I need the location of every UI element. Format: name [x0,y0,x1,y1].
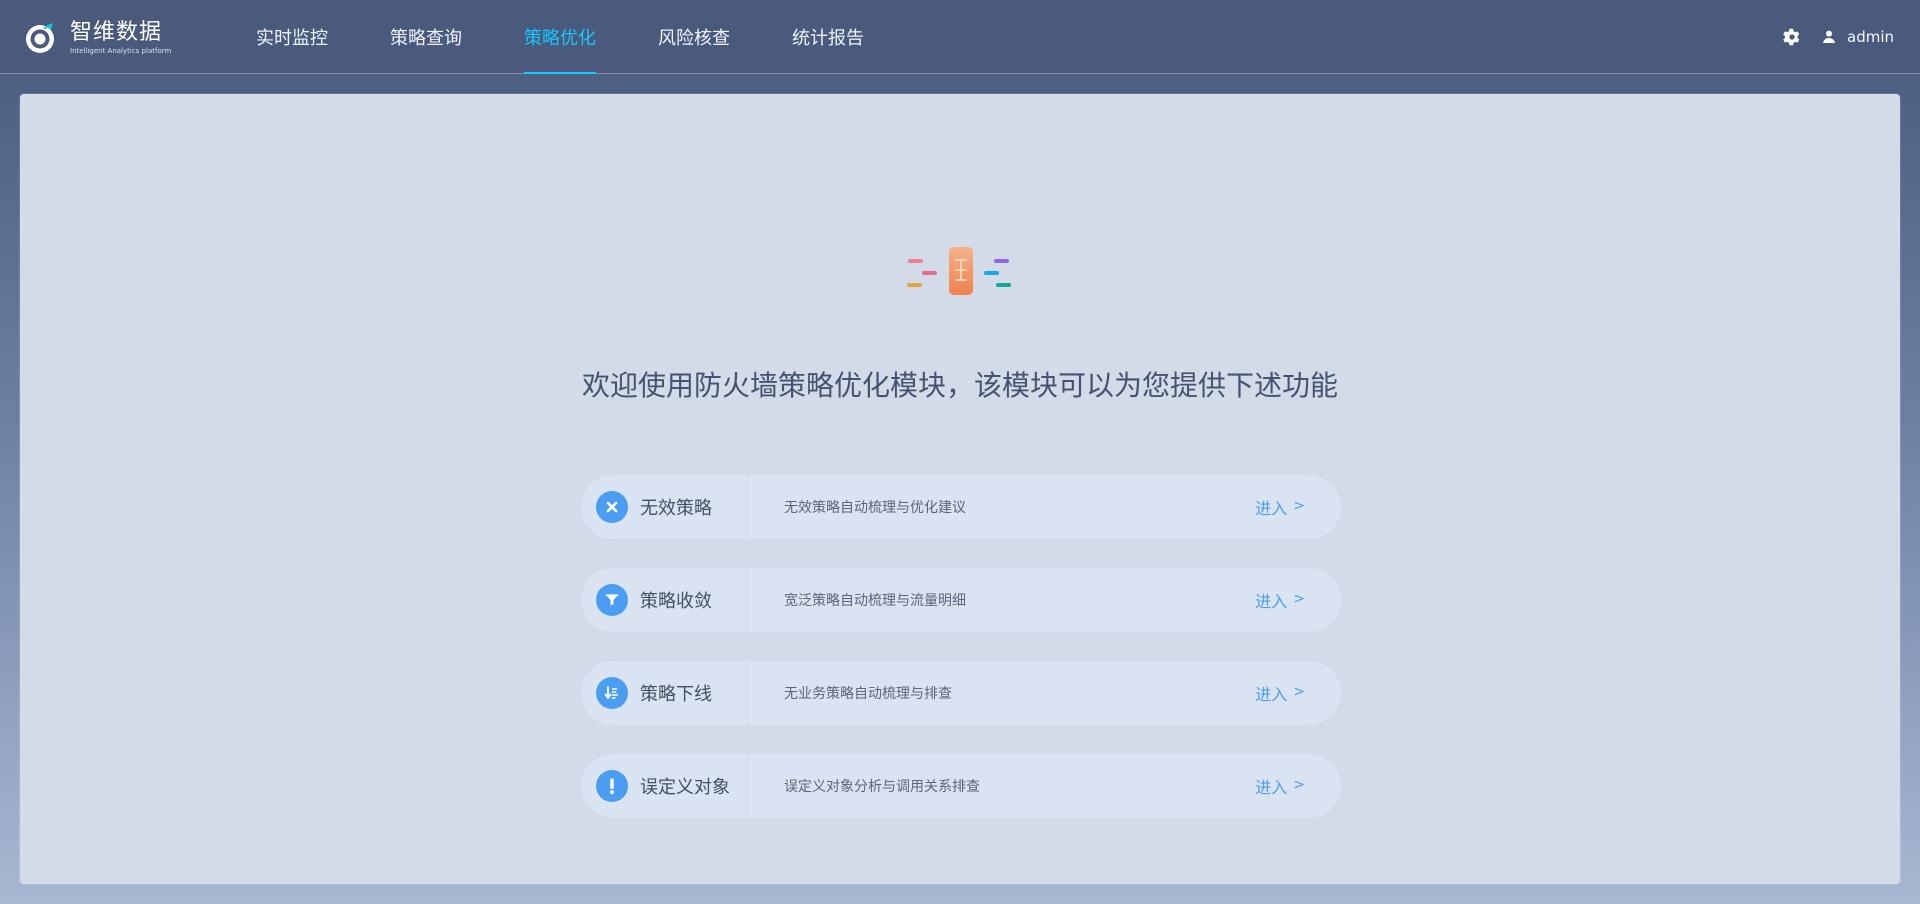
feature-row-policy-offline[interactable]: 策略下线 无业务策略自动梳理与排查 进入 > [581,661,1341,725]
brand[interactable]: 智维数据 Intelligent Analytics platform [22,18,171,58]
policy-optimization-hero-icon [902,246,1032,306]
feature-row-misdefined-object[interactable]: 误定义对象 误定义对象分析与调用关系排查 进入 > [581,754,1341,818]
feature-name: 策略收敛 [640,591,712,612]
brand-title: 智维数据 [70,19,163,45]
chevron-right-icon: > [1293,684,1305,700]
exclamation-icon [596,770,628,802]
feature-label-area: 策略下线 [581,661,748,725]
brand-text: 智维数据 Intelligent Analytics platform [70,19,172,56]
feature-description: 无业务策略自动梳理与排查 [784,686,952,702]
content-panel: 欢迎使用防火墙策略优化模块，该模块可以为您提供下述功能 无效策略 无效策略自动梳… [20,94,1900,884]
nav-item-realtime-monitoring[interactable]: 实时监控 [256,0,328,74]
user-icon [1821,29,1837,45]
user-menu[interactable]: admin [1821,28,1894,46]
enter-link[interactable]: 进入 > [1255,495,1305,519]
target-logo-icon [22,19,60,57]
feature-name: 误定义对象 [640,777,730,798]
nav-item-policy-optimization[interactable]: 策略优化 [524,0,596,74]
gear-icon[interactable] [1783,28,1801,46]
chevron-right-icon: > [1293,591,1305,607]
brand-subtitle: Intelligent Analytics platform [70,46,172,55]
enter-link-label: 进入 [1255,685,1288,704]
enter-link-label: 进入 [1255,778,1288,797]
main-navigation: 实时监控 策略查询 策略优化 风险核查 统计报告 [256,0,864,74]
enter-link[interactable]: 进入 > [1255,681,1305,705]
feature-name: 无效策略 [640,498,712,519]
header-actions: admin [1783,0,1894,74]
feature-label-area: 策略收敛 [581,568,748,632]
feature-description: 无效策略自动梳理与优化建议 [784,500,966,516]
chevron-right-icon: > [1293,498,1305,514]
feature-label-area: 误定义对象 [581,754,748,818]
feature-name: 策略下线 [640,684,712,705]
enter-link-label: 进入 [1255,592,1288,611]
filter-icon [596,584,628,616]
feature-row-policy-convergence[interactable]: 策略收敛 宽泛策略自动梳理与流量明细 进入 > [581,568,1341,632]
enter-link-label: 进入 [1255,499,1288,518]
chevron-right-icon: > [1293,777,1305,793]
close-icon [596,491,628,523]
feature-row-invalid-policy[interactable]: 无效策略 无效策略自动梳理与优化建议 进入 > [581,475,1341,539]
sort-down-icon [596,677,628,709]
feature-list: 无效策略 无效策略自动梳理与优化建议 进入 > 策略收敛 宽泛策略自动梳理与流量… [581,475,1341,818]
feature-label-area: 无效策略 [581,475,748,539]
enter-link[interactable]: 进入 > [1255,774,1305,798]
feature-description: 误定义对象分析与调用关系排查 [784,779,980,795]
feature-description: 宽泛策略自动梳理与流量明细 [784,593,966,609]
nav-item-statistical-report[interactable]: 统计报告 [792,0,864,74]
username: admin [1847,28,1894,46]
top-header: 智维数据 Intelligent Analytics platform 实时监控… [0,0,1920,74]
nav-item-risk-check[interactable]: 风险核查 [658,0,730,74]
enter-link[interactable]: 进入 > [1255,588,1305,612]
nav-item-policy-query[interactable]: 策略查询 [390,0,462,74]
hero-title: 欢迎使用防火墙策略优化模块，该模块可以为您提供下述功能 [581,369,1338,402]
